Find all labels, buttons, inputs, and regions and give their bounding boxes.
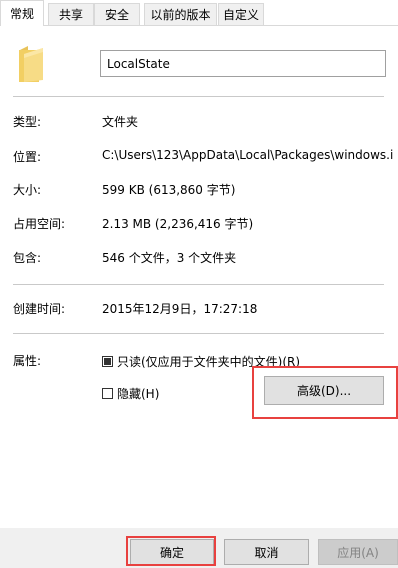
separator xyxy=(13,96,384,97)
location-value: C:\Users\123\AppData\Local\Packages\wind… xyxy=(102,148,394,162)
cancel-button[interactable]: 取消 xyxy=(224,539,309,565)
tab-customize[interactable]: 自定义 xyxy=(218,3,264,25)
contains-label: 包含: xyxy=(13,251,42,265)
tab-sharing[interactable]: 共享 xyxy=(48,3,94,25)
ok-button[interactable]: 确定 xyxy=(130,539,214,565)
created-label: 创建时间: xyxy=(13,302,66,316)
tab-security[interactable]: 安全 xyxy=(94,3,140,25)
folder-icon xyxy=(19,46,43,82)
disk-size-label: 占用空间: xyxy=(13,217,66,231)
separator xyxy=(13,284,384,285)
hidden-label: 隐藏(H) xyxy=(117,387,160,401)
tab-previous-versions[interactable]: 以前的版本 xyxy=(144,3,217,25)
hidden-checkbox[interactable]: 隐藏(H) xyxy=(102,385,159,402)
tab-divider xyxy=(0,25,398,26)
location-label: 位置: xyxy=(13,150,42,164)
folder-name-input[interactable] xyxy=(100,50,386,77)
type-label: 类型: xyxy=(13,115,42,129)
tab-strip: 常规 共享 安全 以前的版本 自定义 xyxy=(0,0,398,26)
hidden-checkbox-box[interactable] xyxy=(102,388,113,399)
type-value: 文件夹 xyxy=(102,115,139,129)
disk-size-value: 2.13 MB (2,236,416 字节) xyxy=(102,217,254,231)
tab-general[interactable]: 常规 xyxy=(0,0,44,26)
readonly-label: 只读(仅应用于文件夹中的文件)(R) xyxy=(117,355,301,369)
attributes-label: 属性: xyxy=(13,354,42,368)
separator xyxy=(13,333,384,334)
contains-value: 546 个文件，3 个文件夹 xyxy=(102,251,237,265)
readonly-checkbox-box[interactable] xyxy=(102,356,113,367)
size-label: 大小: xyxy=(13,183,42,197)
apply-button[interactable]: 应用(A) xyxy=(318,539,398,565)
created-value: 2015年12月9日，17:27:18 xyxy=(102,302,258,316)
readonly-checkbox[interactable]: 只读(仅应用于文件夹中的文件)(R) xyxy=(102,353,300,370)
size-value: 599 KB (613,860 字节) xyxy=(102,183,236,197)
advanced-button[interactable]: 高级(D)... xyxy=(264,376,384,405)
